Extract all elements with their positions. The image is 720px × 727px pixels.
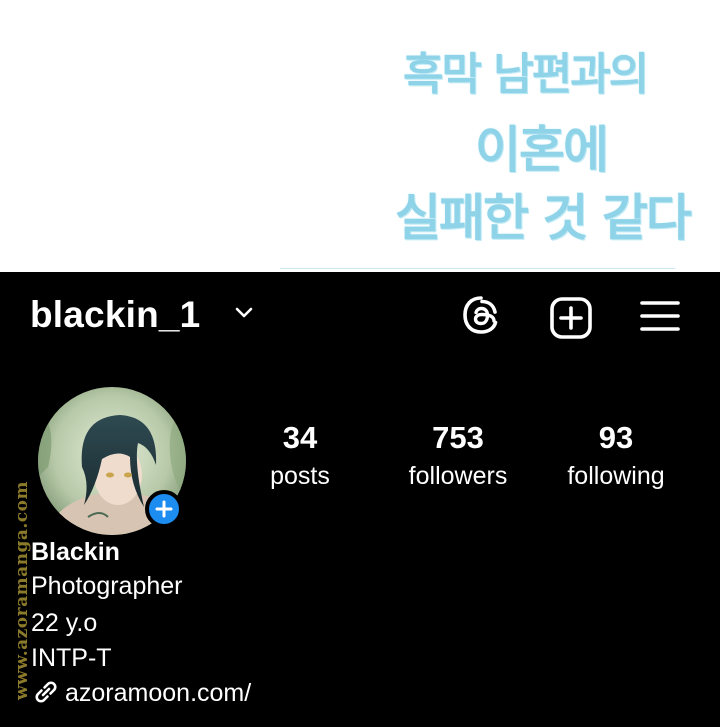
threads-icon[interactable] [460,294,502,336]
followers-count: 753 [432,420,484,455]
menu-icon[interactable] [640,298,680,334]
bio-link-text[interactable]: azoramoon.com/ [65,679,251,707]
profile-name: Blackin [31,538,120,566]
link-icon [35,681,57,703]
bio-line: INTP-T [31,644,112,672]
divider [280,268,675,269]
title-logo: 흑막 남편과의 이혼에 실패한 것 같다 [395,18,692,263]
title-line-1: 흑막 남편과의 [403,49,649,100]
bio-link[interactable]: azoramoon.com/ [31,678,251,708]
title-line-3: 실패한 것 같다 [395,188,692,247]
posts-stat[interactable]: 34 posts [250,420,350,496]
watermark-text: www.azoramanga.com [12,481,32,700]
profile-panel: blackin_1 34 posts 753 followers 93 foll… [0,272,720,727]
bio-line: Photographer [31,572,183,600]
following-label: following [567,462,665,490]
following-stat[interactable]: 93 following [548,420,684,496]
watermark: www.azoramanga.com [10,480,32,720]
bio-line: 22 y.o [31,609,98,637]
add-post-icon[interactable] [549,296,593,340]
username[interactable]: blackin_1 [30,294,200,336]
title-banner: 흑막 남편과의 이혼에 실패한 것 같다 [0,0,720,272]
chevron-down-icon[interactable] [234,306,254,320]
followers-stat[interactable]: 753 followers [392,420,524,496]
posts-count: 34 [282,420,318,455]
following-count: 93 [598,420,634,455]
plus-icon [155,500,173,518]
add-story-button[interactable] [145,490,183,528]
posts-label: posts [270,462,330,490]
title-line-2: 이혼에 [475,120,609,179]
followers-label: followers [408,462,508,490]
